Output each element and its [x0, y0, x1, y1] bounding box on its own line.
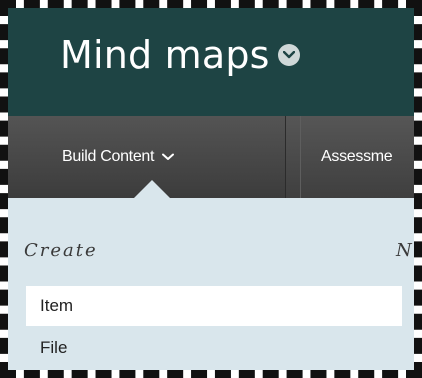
- content-toolbar: Build Content Assessme: [8, 116, 414, 198]
- menu-item-file[interactable]: File: [26, 328, 402, 368]
- viewport: Mind maps Build Content Assessme Create …: [8, 8, 414, 370]
- chevron-down-circle-icon[interactable]: [277, 44, 300, 66]
- menu-item-label: File: [40, 338, 68, 357]
- menu-item-label: Item: [40, 296, 74, 315]
- chevron-down-icon: [282, 51, 295, 59]
- course-title: Mind maps: [60, 33, 270, 77]
- course-title-menu[interactable]: Mind maps: [60, 36, 300, 74]
- chevron-down-icon: [162, 148, 175, 166]
- assessments-button[interactable]: Assessme: [300, 116, 414, 198]
- build-content-label: Build Content: [62, 148, 155, 165]
- create-heading: Create: [24, 240, 98, 261]
- menu-item-item[interactable]: Item: [26, 286, 402, 326]
- course-header: Mind maps: [8, 8, 414, 116]
- build-content-menu: Create N Item File: [8, 198, 414, 370]
- assessments-label: Assessme: [321, 148, 393, 165]
- menu-pointer-arrow: [134, 180, 170, 198]
- new-heading: N: [396, 240, 414, 261]
